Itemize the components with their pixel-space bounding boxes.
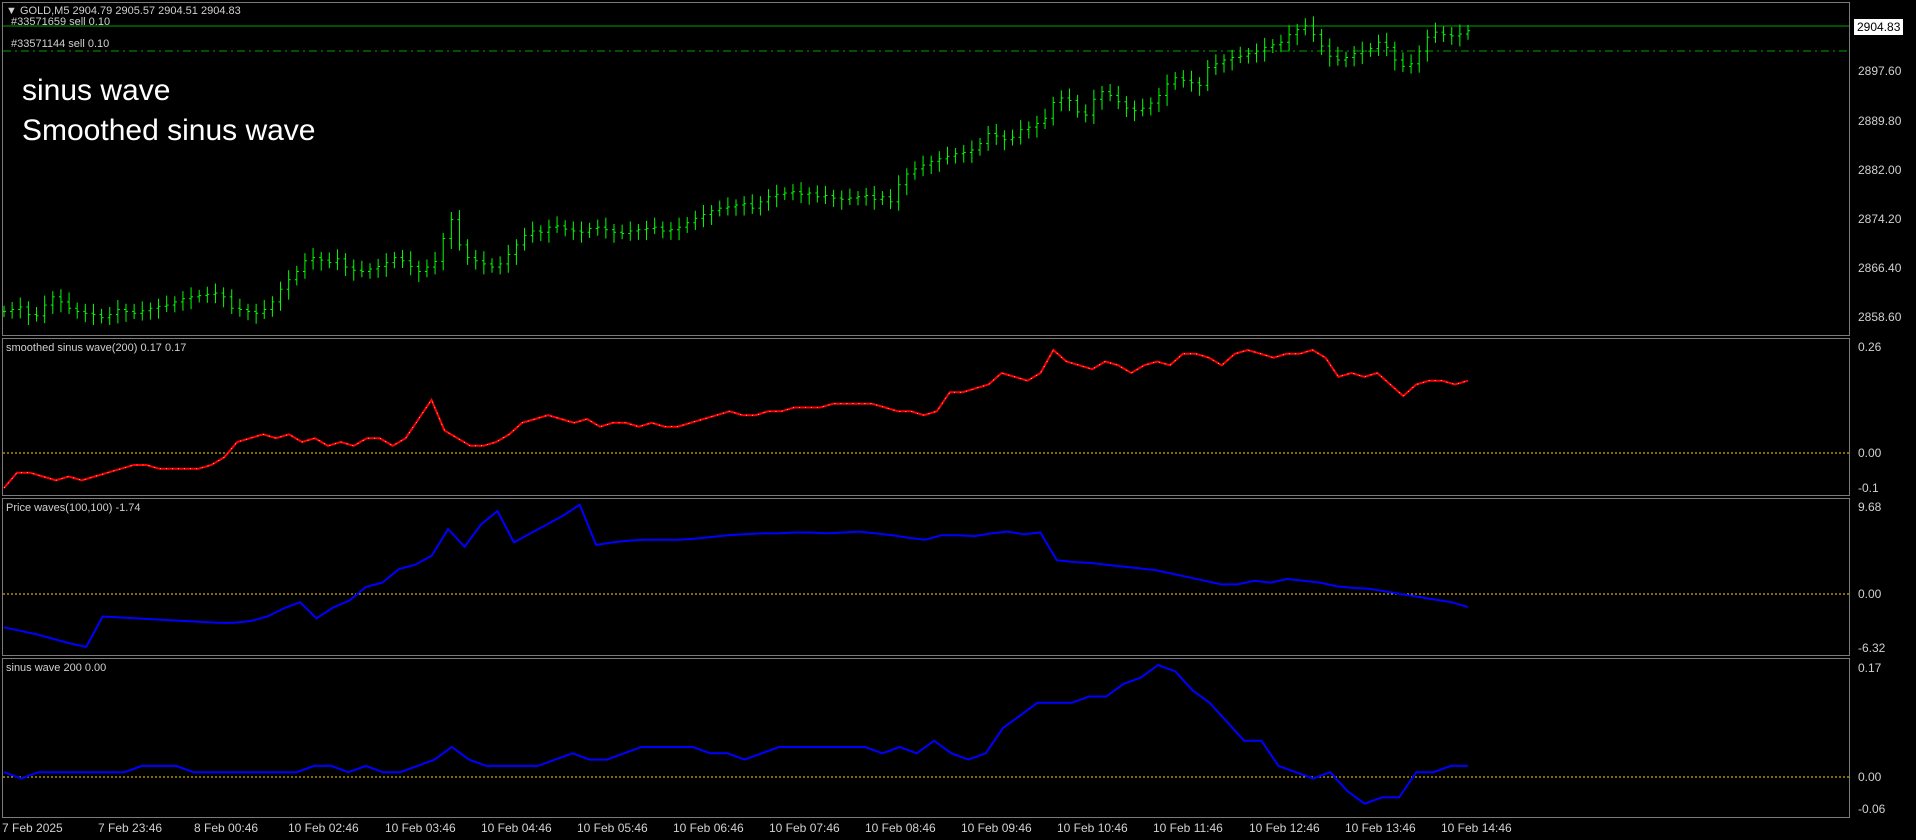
trading-chart[interactable]: ▼ GOLD,M5 2904.79 2905.57 2904.51 2904.8…	[0, 0, 1916, 840]
time-axis-label: 10 Feb 05:46	[577, 821, 648, 835]
price-waves-scale-label: 9.68	[1858, 500, 1882, 514]
price-waves-pane[interactable]	[2, 498, 1850, 656]
main-price-pane[interactable]	[2, 2, 1850, 336]
smoothed-scale-label: -0.1	[1858, 481, 1879, 495]
current-price-tag: 2904.83	[1854, 19, 1904, 35]
order-label-2[interactable]: #33571144 sell 0.10	[11, 38, 109, 50]
overlay-label-sinus: sinus wave	[22, 74, 171, 107]
overlay-label-smoothed: Smoothed sinus wave	[22, 114, 316, 147]
sinus-wave-pane[interactable]	[2, 658, 1850, 818]
price-scale-label: 2866.40	[1858, 261, 1902, 275]
smoothed-pane-title: smoothed sinus wave(200) 0.17 0.17	[6, 342, 187, 354]
time-axis-label: 10 Feb 09:46	[961, 821, 1032, 835]
smoothed-sinus-pane[interactable]	[2, 338, 1850, 496]
sinus-scale-label: -0.06	[1858, 802, 1886, 816]
sinus-scale-label: 0.17	[1858, 661, 1882, 675]
smoothed-scale-label: 0.00	[1858, 446, 1882, 460]
price-scale-label: 2889.80	[1858, 114, 1902, 128]
time-axis-label: 10 Feb 06:46	[673, 821, 744, 835]
time-axis-label: 10 Feb 12:46	[1249, 821, 1320, 835]
price-waves-scale-label: 0.00	[1858, 587, 1882, 601]
price-scale-label: 2882.00	[1858, 163, 1902, 177]
time-axis-label: 8 Feb 00:46	[194, 821, 259, 835]
time-axis-label: 10 Feb 03:46	[385, 821, 456, 835]
time-axis-label: 10 Feb 04:46	[481, 821, 552, 835]
time-axis-label: 10 Feb 13:46	[1345, 821, 1416, 835]
smoothed-scale-label: 0.26	[1858, 340, 1882, 354]
price-scale-label: 2874.20	[1858, 212, 1902, 226]
sinus-pane-title: sinus wave 200 0.00	[6, 662, 107, 674]
sinus-scale-label: 0.00	[1858, 770, 1882, 784]
price-scale-label: 2858.60	[1858, 310, 1902, 324]
time-axis-label: 10 Feb 08:46	[865, 821, 936, 835]
order-label-1[interactable]: #33571659 sell 0.10	[11, 16, 110, 28]
time-axis-label: 10 Feb 07:46	[769, 821, 840, 835]
time-axis-label: 10 Feb 10:46	[1057, 821, 1128, 835]
time-axis-label: 7 Feb 23:46	[98, 821, 163, 835]
time-axis-label: 10 Feb 02:46	[288, 821, 359, 835]
time-axis-label: 7 Feb 2025	[2, 821, 63, 835]
price-scale-label: 2897.60	[1858, 64, 1902, 78]
time-axis-label: 10 Feb 14:46	[1441, 821, 1512, 835]
price-waves-pane-title: Price waves(100,100) -1.74	[6, 502, 141, 514]
time-axis-label: 10 Feb 11:46	[1153, 821, 1223, 835]
price-waves-scale-label: -6.32	[1858, 641, 1886, 655]
